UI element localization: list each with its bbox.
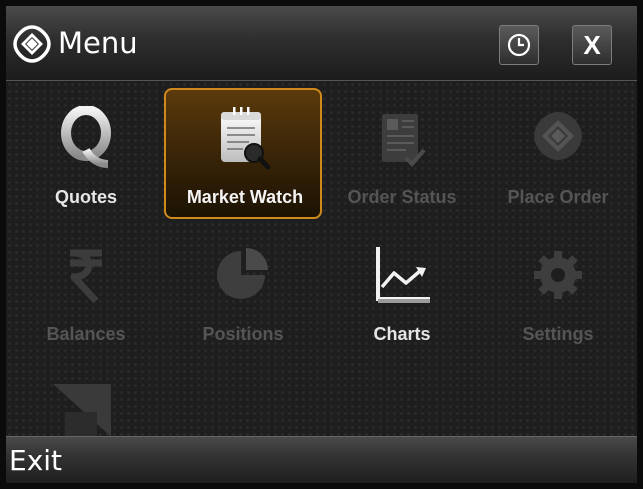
menu-label-positions: Positions bbox=[202, 324, 284, 344]
app-logo-icon bbox=[13, 25, 51, 63]
menu-item-market-watch[interactable]: Market Watch bbox=[164, 88, 322, 219]
menu-item-place-order[interactable]: Place Order bbox=[479, 88, 637, 219]
market-watch-notepad-icon bbox=[221, 107, 271, 170]
menu-item-quotes[interactable]: Quotes bbox=[7, 88, 165, 219]
close-button[interactable]: X bbox=[572, 25, 612, 65]
menu-label-order-status: Order Status bbox=[347, 187, 457, 207]
menu-label-market-watch: Market Watch bbox=[186, 187, 304, 207]
softkey-bar: Exit bbox=[6, 436, 637, 483]
menu-item-positions[interactable]: Positions bbox=[164, 225, 322, 356]
gear-icon bbox=[534, 251, 582, 299]
menu-grid: Quotes Market Watch Order Status Place O… bbox=[6, 81, 637, 442]
quotes-q-icon bbox=[61, 106, 111, 168]
menu-item-balances[interactable]: Balances bbox=[7, 225, 165, 356]
menu-label-place-order: Place Order bbox=[507, 187, 609, 207]
menu-label-balances: Balances bbox=[46, 324, 126, 344]
title-bar: Menu X bbox=[6, 6, 637, 81]
order-status-icon bbox=[382, 114, 426, 167]
line-chart-icon bbox=[376, 247, 430, 303]
menu-label-settings: Settings bbox=[522, 324, 594, 344]
clock-button[interactable] bbox=[499, 25, 539, 65]
menu-item-more[interactable] bbox=[7, 362, 165, 442]
clock-icon bbox=[507, 33, 531, 57]
menu-label-quotes: Quotes bbox=[54, 187, 117, 207]
rupee-icon bbox=[70, 249, 102, 304]
place-order-icon bbox=[534, 112, 582, 160]
menu-label-charts: Charts bbox=[373, 324, 431, 344]
menu-item-order-status[interactable]: Order Status bbox=[323, 88, 481, 219]
menu-item-settings[interactable]: Settings bbox=[479, 225, 637, 356]
page-title: Menu bbox=[58, 26, 138, 60]
exit-softkey[interactable]: Exit bbox=[9, 444, 62, 478]
pie-chart-icon bbox=[217, 248, 268, 299]
screen: Menu X Quotes Market Watch Order Status … bbox=[6, 6, 637, 483]
menu-item-charts[interactable]: Charts bbox=[323, 225, 481, 356]
